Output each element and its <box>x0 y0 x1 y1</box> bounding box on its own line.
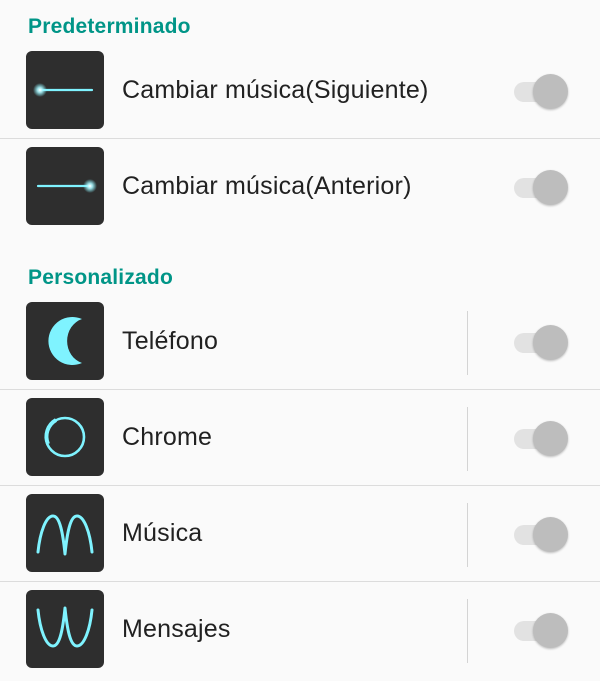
section-header-personalizado: Personalizado <box>28 266 173 289</box>
gesture-row-musica[interactable]: Música <box>0 481 600 575</box>
vertical-divider <box>467 503 468 567</box>
switch-knob <box>533 517 568 552</box>
gesture-label: Mensajes <box>122 615 231 643</box>
gesture-row-telefono[interactable]: Teléfono <box>0 289 600 383</box>
gesture-row-mensajes[interactable]: Mensajes <box>0 577 600 671</box>
swipe-right-gesture-icon <box>26 51 104 129</box>
vertical-divider <box>467 311 468 375</box>
c-gesture-icon <box>26 302 104 380</box>
gesture-label: Cambiar música(Anterior) <box>122 172 412 200</box>
swipe-left-gesture-icon <box>26 147 104 225</box>
toggle-switch[interactable] <box>512 324 568 360</box>
gesture-label: Teléfono <box>122 327 219 355</box>
m-gesture-icon <box>26 494 104 572</box>
gesture-label: Cambiar música(Siguiente) <box>122 76 429 104</box>
o-gesture-icon <box>26 398 104 476</box>
switch-knob <box>533 325 568 360</box>
gesture-label: Chrome <box>122 423 213 451</box>
gesture-row-next-track[interactable]: Cambiar música(Siguiente) <box>0 38 600 132</box>
toggle-switch[interactable] <box>512 169 568 205</box>
toggle-switch[interactable] <box>512 420 568 456</box>
gesture-row-previous-track[interactable]: Cambiar música(Anterior) <box>0 134 600 228</box>
section-header-predeterminado: Predeterminado <box>28 15 191 38</box>
vertical-divider <box>467 599 468 663</box>
toggle-switch[interactable] <box>512 516 568 552</box>
switch-knob <box>533 613 568 648</box>
switch-knob <box>533 421 568 456</box>
w-gesture-icon <box>26 590 104 668</box>
toggle-switch[interactable] <box>512 612 568 648</box>
switch-knob <box>533 170 568 205</box>
gesture-label: Música <box>122 519 203 547</box>
toggle-switch[interactable] <box>512 73 568 109</box>
switch-knob <box>533 74 568 109</box>
gesture-row-chrome[interactable]: Chrome <box>0 385 600 479</box>
vertical-divider <box>467 407 468 471</box>
